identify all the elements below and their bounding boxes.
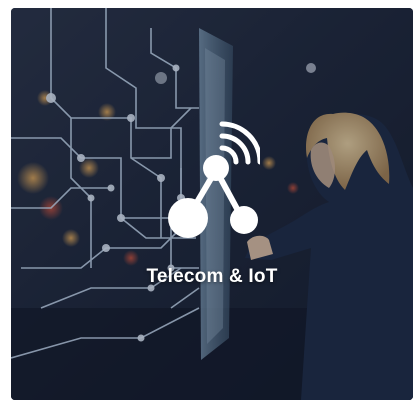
card-title: Telecom & IoT (146, 266, 278, 287)
iot-network-icon (168, 121, 260, 238)
telecom-iot-card[interactable]: Telecom & IoT (11, 8, 413, 400)
